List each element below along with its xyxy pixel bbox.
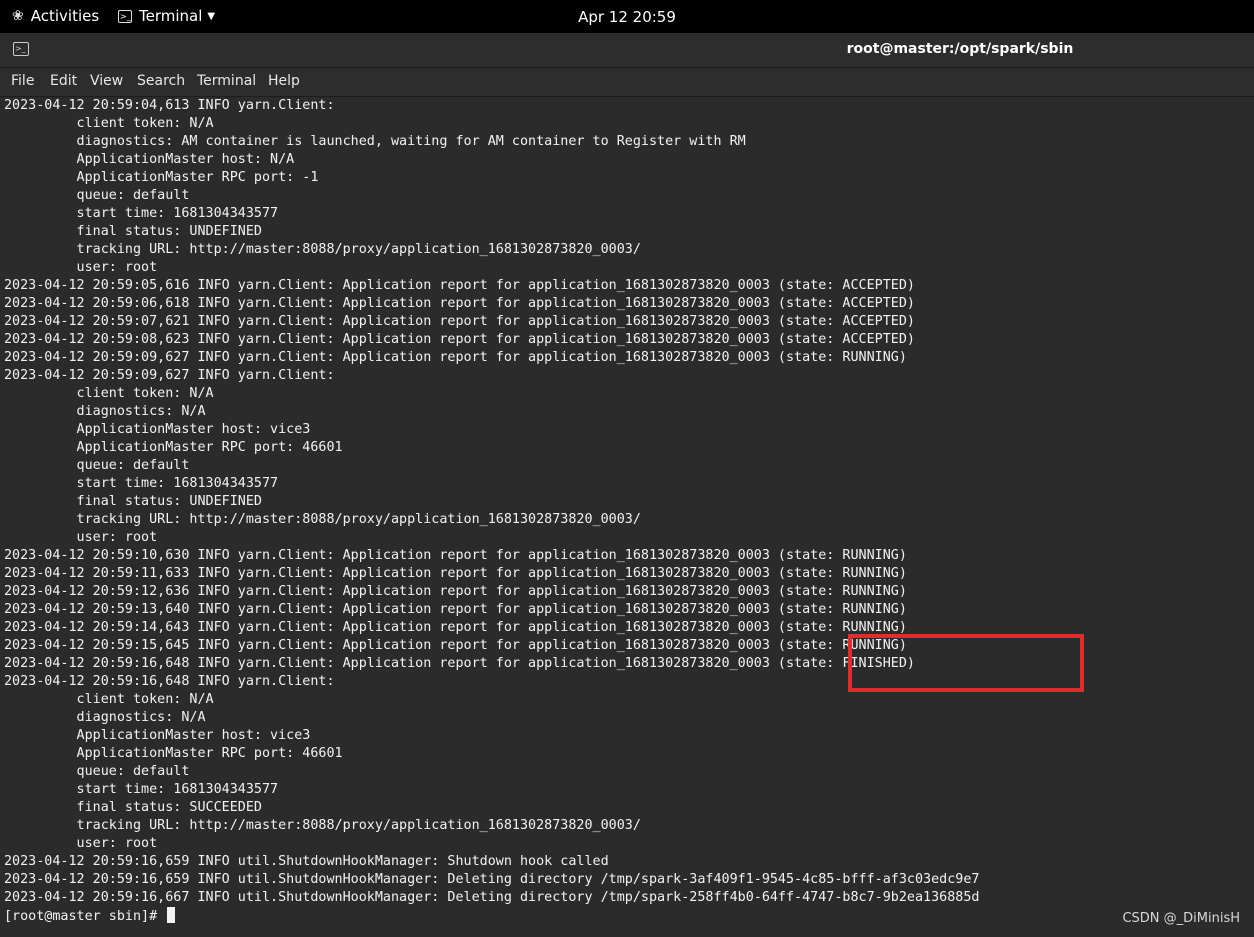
terminal-window-icon: >_ [13,42,29,56]
terminal-line: 2023-04-12 20:59:16,659 INFO util.Shutdo… [4,854,609,869]
menu-bar: File Edit View Search Terminal Help [0,68,1254,97]
terminal-line: final status: SUCCEEDED [4,800,262,815]
terminal-line: ApplicationMaster host: vice3 [4,728,311,743]
terminal-line: 2023-04-12 20:59:16,648 INFO yarn.Client… [4,674,335,689]
terminal-line: 2023-04-12 20:59:13,640 INFO yarn.Client… [4,602,907,617]
terminal-line: queue: default [4,188,190,203]
terminal-line: 2023-04-12 20:59:06,618 INFO yarn.Client… [4,296,915,311]
terminal-line: 2023-04-12 20:59:04,613 INFO yarn.Client… [4,98,335,113]
window-title: root@master:/opt/spark/sbin [846,41,1074,57]
terminal-line: start time: 1681304343577 [4,476,279,491]
terminal-line: client token: N/A [4,386,214,401]
terminal-line: tracking URL: http://master:8088/proxy/a… [4,818,641,833]
terminal-line: tracking URL: http://master:8088/proxy/a… [4,512,641,527]
terminal-line: user: root [4,260,158,275]
clock-label: Apr 12 20:59 [578,8,676,26]
terminal-line: queue: default [4,764,190,779]
terminal-line: ApplicationMaster RPC port: -1 [4,170,319,185]
terminal-line: 2023-04-12 20:59:11,633 INFO yarn.Client… [4,566,907,581]
clock[interactable]: Apr 12 20:59 [0,8,1254,26]
watermark: CSDN @_DiMinisH [1122,911,1240,926]
terminal-line: 2023-04-12 20:59:15,645 INFO yarn.Client… [4,638,907,653]
terminal-line: queue: default [4,458,190,473]
menu-file[interactable]: File [11,73,34,89]
terminal-line: 2023-04-12 20:59:09,627 INFO yarn.Client… [4,350,907,365]
menu-search[interactable]: Search [137,73,185,89]
terminal-line: start time: 1681304343577 [4,206,279,221]
terminal-line: user: root [4,836,158,851]
terminal-line: user: root [4,530,158,545]
terminal-line: 2023-04-12 20:59:08,623 INFO yarn.Client… [4,332,915,347]
gnome-top-bar: ❀ Activities >_ Terminal ▼ Apr 12 20:59 [0,0,1254,33]
terminal-line: tracking URL: http://master:8088/proxy/a… [4,242,641,257]
terminal-line: 2023-04-12 20:59:16,659 INFO util.Shutdo… [4,872,980,887]
terminal-line: client token: N/A [4,116,214,131]
menu-view[interactable]: View [90,73,123,89]
terminal-line: start time: 1681304343577 [4,782,279,797]
shell-prompt: [root@master sbin]# [4,909,166,924]
terminal-line: final status: UNDEFINED [4,494,262,509]
terminal-line: ApplicationMaster RPC port: 46601 [4,746,343,761]
shell-prompt-line[interactable]: [root@master sbin]# [4,907,176,925]
terminal-line: final status: UNDEFINED [4,224,262,239]
terminal-line: diagnostics: N/A [4,404,206,419]
terminal-line: ApplicationMaster host: vice3 [4,422,311,437]
terminal-line: diagnostics: AM container is launched, w… [4,134,746,149]
menu-edit[interactable]: Edit [50,73,77,89]
terminal-line: 2023-04-12 20:59:16,648 INFO yarn.Client… [4,656,915,671]
terminal-line: 2023-04-12 20:59:14,643 INFO yarn.Client… [4,620,907,635]
terminal-line: diagnostics: N/A [4,710,206,725]
terminal-output[interactable]: 2023-04-12 20:59:04,613 INFO yarn.Client… [0,97,1254,937]
terminal-line: 2023-04-12 20:59:12,636 INFO yarn.Client… [4,584,907,599]
menu-help[interactable]: Help [268,73,300,89]
terminal-line: client token: N/A [4,692,214,707]
menu-terminal[interactable]: Terminal [197,73,256,89]
highlight-annotation-box [848,634,1084,692]
terminal-line: ApplicationMaster host: N/A [4,152,295,167]
window-titlebar[interactable]: >_ root@master:/opt/spark/sbin [0,33,1254,68]
terminal-line: 2023-04-12 20:59:07,621 INFO yarn.Client… [4,314,915,329]
terminal-line: ApplicationMaster RPC port: 46601 [4,440,343,455]
text-cursor [167,907,176,923]
terminal-line: 2023-04-12 20:59:05,616 INFO yarn.Client… [4,278,915,293]
terminal-line: 2023-04-12 20:59:10,630 INFO yarn.Client… [4,548,907,563]
terminal-line: 2023-04-12 20:59:09,627 INFO yarn.Client… [4,368,335,383]
terminal-line: 2023-04-12 20:59:16,667 INFO util.Shutdo… [4,890,980,905]
